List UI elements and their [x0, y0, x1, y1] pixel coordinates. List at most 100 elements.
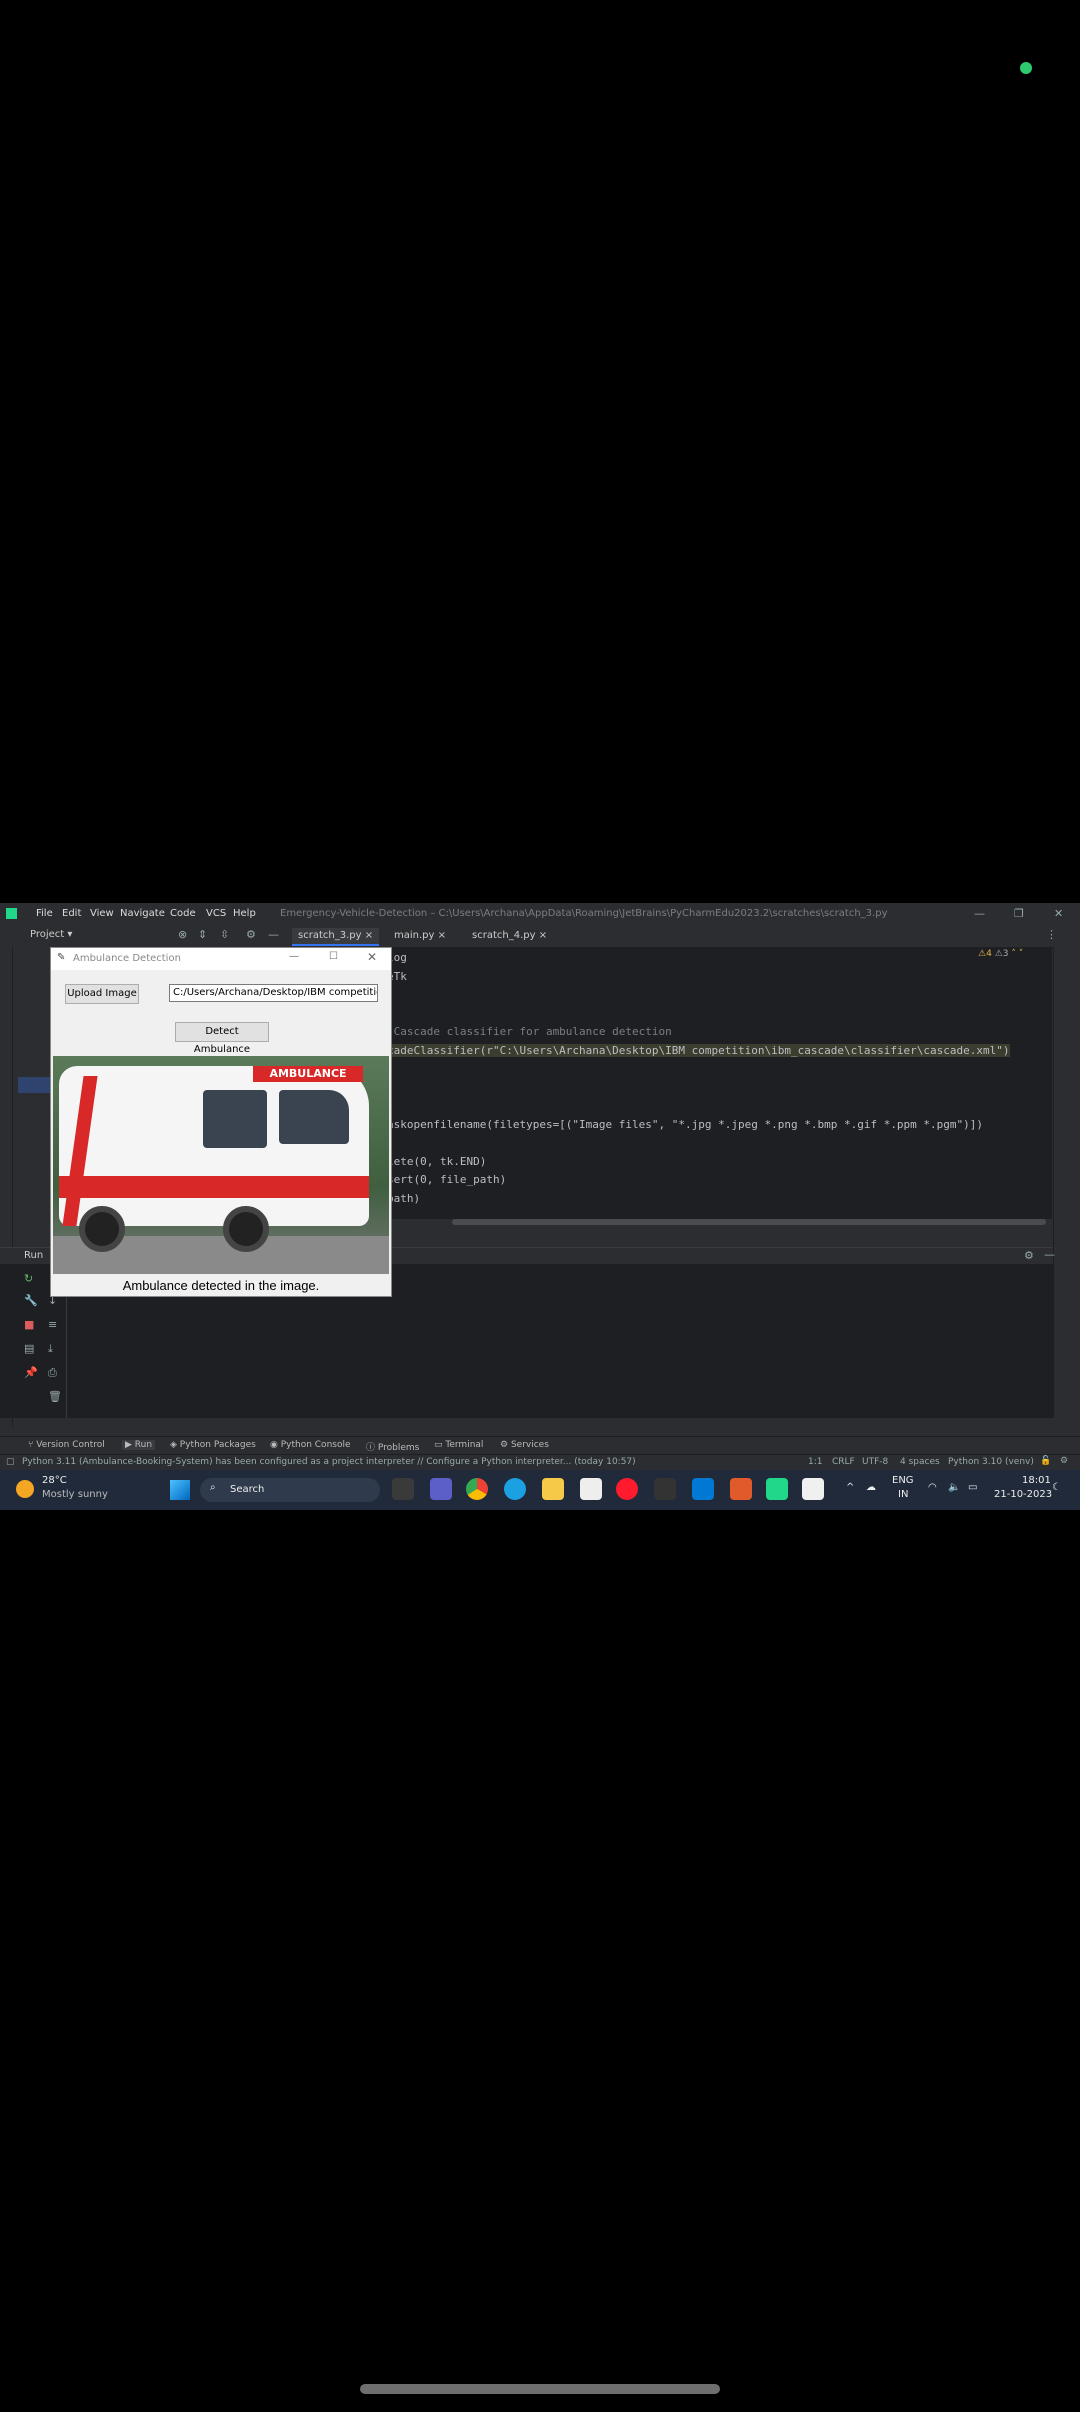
chrome-icon[interactable]	[466, 1478, 488, 1500]
code-line[interactable]: cadeClassifier(r"C:\Users\Archana\Deskto…	[387, 1043, 1010, 1057]
tab-version-control[interactable]: ⑂ Version Control	[28, 1440, 105, 1450]
task-view-icon[interactable]	[392, 1478, 414, 1500]
teams-icon[interactable]	[430, 1478, 452, 1500]
dev-app-icon[interactable]	[654, 1478, 676, 1500]
windows-start-icon[interactable]	[170, 1480, 190, 1500]
inspection-widget[interactable]: ⚠4 ⚠3 ˄ ˅	[978, 949, 1023, 959]
scroll-to-end-icon[interactable]: ⤓	[48, 1342, 53, 1356]
layout-toggle-icon[interactable]: ▢	[6, 1457, 15, 1467]
maximize-icon[interactable]: ☐	[329, 951, 338, 962]
tab-scratch-3[interactable]: scratch_3.py ×	[292, 928, 380, 946]
soft-wrap-icon[interactable]: ≡	[48, 1318, 57, 1331]
more-tabs-icon[interactable]: ⋮	[1046, 928, 1057, 941]
tab-terminal[interactable]: ▭ Terminal	[434, 1440, 483, 1450]
clock-date[interactable]: 21-10-2023	[994, 1489, 1052, 1500]
locate-icon[interactable]: ⊗	[178, 928, 187, 941]
taskbar-search[interactable]: ⌕ Search	[200, 1478, 380, 1502]
moon-icon[interactable]: ☾	[1052, 1482, 1061, 1493]
weather-temp[interactable]: 28°C	[42, 1475, 67, 1486]
layout-icon[interactable]: ▤	[24, 1342, 34, 1355]
pycharm-logo-icon	[6, 908, 17, 919]
minimize-icon[interactable]: —	[289, 951, 299, 962]
edge-icon[interactable]	[504, 1478, 526, 1500]
pycharm-icon[interactable]	[766, 1478, 788, 1500]
tab-python-console[interactable]: ◉ Python Console	[270, 1440, 351, 1450]
collapse-all-icon[interactable]: ⇳	[220, 928, 229, 941]
search-icon: ⌕	[210, 1482, 216, 1493]
python-feather-icon[interactable]	[730, 1478, 752, 1500]
battery-icon[interactable]: ▭	[968, 1482, 977, 1493]
tab-label: Version Control	[36, 1440, 105, 1450]
language-code[interactable]: ENG	[892, 1475, 914, 1486]
file-encoding[interactable]: UTF-8	[862, 1457, 888, 1467]
menu-vcs[interactable]: VCS	[206, 908, 226, 919]
menu-edit[interactable]: Edit	[62, 908, 81, 919]
line-separator[interactable]: CRLF	[832, 1457, 855, 1467]
code-line[interactable]: sert(0, file_path)	[387, 1173, 506, 1186]
close-icon[interactable]: ✕	[1054, 907, 1063, 920]
lock-icon[interactable]: 🔓	[1040, 1456, 1051, 1466]
tab-label: main.py	[394, 930, 435, 941]
hide-panel-icon[interactable]: —	[268, 928, 279, 941]
code-line[interactable]: Cascade classifier for ambulance detecti…	[387, 1025, 672, 1038]
trash-icon[interactable]: 🗑	[48, 1390, 62, 1403]
menu-navigate[interactable]: Navigate	[120, 908, 165, 919]
maximize-icon[interactable]: ❐	[1014, 907, 1024, 920]
interpreter-selector[interactable]: Python 3.10 (venv)	[948, 1457, 1034, 1467]
menu-help[interactable]: Help	[233, 908, 256, 919]
tk-window-icon[interactable]	[802, 1478, 824, 1500]
file-explorer-icon[interactable]	[542, 1478, 564, 1500]
gear-icon[interactable]: ⚙	[1060, 1456, 1068, 1466]
indent-setting[interactable]: 4 spaces	[900, 1457, 940, 1467]
gear-icon[interactable]: ⚙	[1024, 1249, 1034, 1262]
tab-main[interactable]: main.py ×	[388, 928, 452, 944]
weather-desc[interactable]: Mostly sunny	[42, 1489, 108, 1500]
caret-position[interactable]: 1:1	[808, 1457, 822, 1467]
rerun-icon[interactable]: ↻	[24, 1272, 33, 1285]
code-line[interactable]: lete(0, tk.END)	[387, 1155, 486, 1168]
tab-services[interactable]: ⚙ Services	[500, 1440, 549, 1450]
vscode-icon[interactable]	[692, 1478, 714, 1500]
clock-time[interactable]: 18:01	[1022, 1475, 1051, 1486]
minimize-icon[interactable]: —	[974, 907, 985, 920]
close-icon[interactable]: ✕	[367, 950, 377, 964]
tab-label: Python Packages	[179, 1440, 256, 1450]
gear-icon[interactable]: ⚙	[246, 928, 256, 941]
opera-icon[interactable]	[616, 1478, 638, 1500]
chevron-up-icon[interactable]: ^	[846, 1482, 854, 1493]
notepad-icon[interactable]	[580, 1478, 602, 1500]
menu-view[interactable]: View	[90, 908, 114, 919]
status-bar: ▢ Python 3.11 (Ambulance-Booking-System)…	[0, 1454, 1080, 1471]
status-message[interactable]: Python 3.11 (Ambulance-Booking-System) h…	[22, 1457, 636, 1467]
ide-title-bar: File Edit View Navigate Code VCS Help Em…	[0, 903, 1080, 925]
expand-all-icon[interactable]: ⇕	[198, 928, 207, 941]
hide-icon[interactable]: —	[1044, 1248, 1055, 1261]
cloud-icon[interactable]: ☁	[866, 1482, 876, 1493]
file-path-entry[interactable]: C:/Users/Archana/Desktop/IBM competition…	[169, 984, 378, 1002]
speaker-icon[interactable]: 🔈	[948, 1482, 960, 1493]
wrench-icon[interactable]: 🔧	[24, 1294, 38, 1307]
detect-ambulance-button[interactable]: Detect Ambulance	[175, 1022, 269, 1055]
recording-indicator-dot	[1020, 62, 1032, 74]
print-icon[interactable]: ⎙	[48, 1366, 57, 1380]
ambulance-roof-sign: AMBULANCE	[253, 1066, 363, 1082]
menu-code[interactable]: Code	[170, 908, 196, 919]
tab-label: scratch_4.py	[472, 930, 536, 941]
right-tool-strip	[1053, 947, 1080, 1347]
editor-horizontal-scrollbar[interactable]	[452, 1219, 1046, 1225]
tab-run[interactable]: ▶ Run	[122, 1440, 156, 1450]
code-line[interactable]: askopenfilename(filetypes=[("Image files…	[387, 1118, 983, 1131]
project-selector[interactable]: Project ▾	[30, 929, 72, 940]
gesture-bar[interactable]	[360, 2384, 720, 2394]
selected-tree-row[interactable]	[18, 1077, 51, 1093]
tab-problems[interactable]: ⓘ Problems	[366, 1440, 419, 1453]
stop-icon[interactable]: ■	[24, 1318, 34, 1331]
pin-icon[interactable]: 📌	[24, 1366, 38, 1379]
language-region[interactable]: IN	[898, 1489, 908, 1500]
upload-image-button[interactable]: Upload Image	[65, 984, 139, 1004]
tab-scratch-4[interactable]: scratch_4.py ×	[466, 928, 553, 944]
menu-file[interactable]: File	[36, 908, 53, 919]
tab-python-packages[interactable]: ◈ Python Packages	[170, 1440, 256, 1450]
wifi-icon[interactable]: ◠	[928, 1482, 937, 1493]
tab-label: Python Console	[280, 1440, 351, 1450]
